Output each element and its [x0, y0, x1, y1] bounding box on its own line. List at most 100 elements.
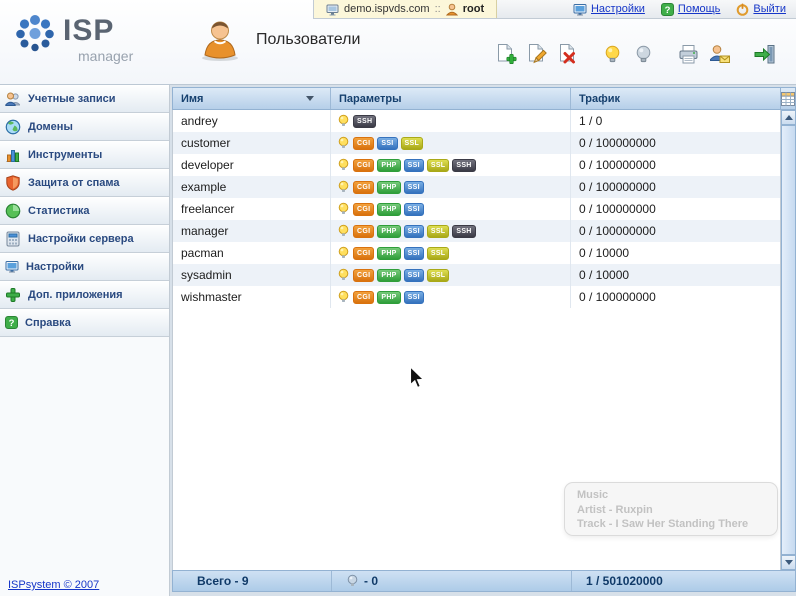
scroll-down-button[interactable] — [781, 555, 796, 570]
sort-desc-icon — [306, 96, 314, 101]
bulb-small-icon — [337, 136, 350, 150]
mail-password-button[interactable] — [707, 42, 731, 66]
top-links: Настройки ? Помощь Выйти — [573, 0, 796, 18]
scroll-up-button[interactable] — [781, 110, 796, 125]
table-row[interactable]: pacman CGI PHP SSI SSL 0 / 10000 — [173, 242, 780, 264]
badge-cgi: CGI — [353, 268, 375, 282]
sidebar-menu: Учетные записи Домены Инструменты Защита от… — [0, 85, 169, 337]
monitor-icon — [573, 3, 587, 16]
accounts-icon — [5, 91, 21, 107]
badge-cgi: CGI — [353, 158, 375, 172]
badge-ssi: SSI — [403, 158, 424, 172]
bulb-off-icon — [632, 43, 655, 66]
new-user-button[interactable] — [493, 42, 517, 66]
arrow-down-icon — [784, 560, 793, 565]
sidebar-item-label: Учетные записи — [28, 92, 116, 105]
plus-icon — [5, 287, 21, 303]
bulb-small-icon — [337, 202, 350, 216]
sidebar-item-domains[interactable]: Домены — [0, 113, 169, 141]
user-name: manager — [173, 220, 331, 242]
sidebar-item-help[interactable]: ? Справка — [0, 309, 169, 337]
logo-text-isp: ISP — [63, 14, 115, 47]
bulb-small-icon — [337, 180, 350, 194]
sidebar-item-addons[interactable]: Доп. приложения — [0, 281, 169, 309]
page-title: Пользователи — [256, 31, 361, 48]
user-name: wishmaster — [173, 286, 331, 308]
globe-icon — [5, 119, 21, 135]
user-name: example — [173, 176, 331, 198]
link-label: Выйти — [753, 3, 786, 15]
badge-ssh: SSH — [452, 158, 476, 172]
user-name: pacman — [173, 242, 331, 264]
logout-link[interactable]: Выйти — [736, 3, 786, 16]
column-header-name[interactable]: Имя — [173, 88, 331, 109]
user-traffic: 0 / 10000 — [579, 246, 630, 260]
table-row[interactable]: example CGI PHP SSI 0 / 100000000 — [173, 176, 780, 198]
arrow-up-icon — [784, 115, 793, 120]
help-link[interactable]: ? Помощь — [660, 2, 720, 16]
login-icon — [753, 43, 776, 66]
table-row[interactable]: developer CGI PHP SSI SSL SSH 0 / 100000000 — [173, 154, 780, 176]
print-button[interactable] — [676, 42, 700, 66]
svg-text:?: ? — [9, 318, 15, 329]
enable-user-button[interactable] — [600, 42, 624, 66]
sidebar-item-accounts[interactable]: Учетные записи — [0, 85, 169, 113]
sidebar-item-label: Защита от спама — [28, 176, 120, 189]
disable-user-button[interactable] — [631, 42, 655, 66]
user-params: CGI PHP SSI SSL — [331, 264, 571, 286]
sidebar-item-label: Настройки — [26, 260, 85, 273]
isp-manager-logo[interactable]: ISP manager — [12, 10, 133, 63]
vertical-scrollbar[interactable] — [780, 110, 796, 570]
copyright-link[interactable]: ISPsystem © 2007 — [8, 579, 99, 591]
table-row[interactable]: manager CGI PHP SSI SSL SSH 0 / 100000000 — [173, 220, 780, 242]
table-footer: Всего - 9 - 0 1 / 501020000 — [172, 570, 796, 592]
sidebar-item-settings[interactable]: Настройки — [0, 253, 169, 281]
user-mail-icon — [708, 43, 731, 66]
chart-icon — [5, 147, 21, 163]
user-params: CGI PHP SSI SSL SSH — [331, 220, 571, 242]
scrollbar-thumb[interactable] — [781, 125, 796, 555]
table-row[interactable]: wishmaster CGI PHP SSI 0 / 100000000 — [173, 286, 780, 308]
sidebar-item-tools[interactable]: Инструменты — [0, 141, 169, 169]
badge-php: PHP — [377, 246, 401, 260]
badge-ssh: SSH — [353, 114, 377, 128]
sidebar-item-statistics[interactable]: Статистика — [0, 197, 169, 225]
badge-ssl: SSL — [400, 136, 424, 150]
column-label: Параметры — [339, 92, 402, 105]
overlay-line: Track - I Saw Her Standing There — [577, 518, 749, 530]
badge-php: PHP — [377, 202, 401, 216]
sidebar-item-label: Справка — [25, 316, 71, 329]
badge-ssl: SSL — [426, 224, 450, 238]
session-separator: :: — [434, 3, 441, 15]
delete-user-button[interactable] — [555, 42, 579, 66]
table-row[interactable]: freelancer CGI PHP SSI 0 / 100000000 — [173, 198, 780, 220]
table-row[interactable]: sysadmin CGI PHP SSI SSL 0 / 10000 — [173, 264, 780, 286]
badge-cgi: CGI — [353, 202, 375, 216]
table-settings-button[interactable] — [780, 87, 796, 110]
overlay-line: Artist - Ruxpin — [577, 503, 653, 516]
username: root — [462, 3, 485, 15]
column-header-traffic[interactable]: Трафик — [571, 88, 780, 109]
user-traffic: 0 / 10000 — [579, 268, 630, 282]
printer-icon — [677, 43, 700, 66]
settings-link[interactable]: Настройки — [573, 3, 645, 16]
sidebar-item-server-settings[interactable]: Настройки сервера — [0, 225, 169, 253]
sidebar-item-antispam[interactable]: Защита от спама — [0, 169, 169, 197]
power-icon — [736, 3, 749, 16]
table-row[interactable]: customer CGI SSI SSL 0 / 100000000 — [173, 132, 780, 154]
sidebar: Учетные записи Домены Инструменты Защита от… — [0, 85, 170, 596]
bulb-off-small-icon — [346, 574, 359, 588]
disabled-count: - 0 — [364, 574, 379, 588]
server-host-icon — [326, 3, 339, 16]
user-params: CGI PHP SSI SSL — [331, 242, 571, 264]
session-info: demo.ispvds.com :: root — [314, 0, 498, 18]
column-header-params[interactable]: Параметры — [331, 88, 571, 109]
edit-user-button[interactable] — [524, 42, 548, 66]
user-params: SSH — [331, 110, 571, 132]
badge-cgi: CGI — [353, 180, 375, 194]
grid-icon — [781, 91, 795, 106]
login-as-user-button[interactable] — [752, 42, 776, 66]
bulb-small-icon — [337, 246, 350, 260]
user-params: CGI SSI SSL — [331, 132, 571, 154]
table-row[interactable]: andrey SSH 1 / 0 — [173, 110, 780, 132]
